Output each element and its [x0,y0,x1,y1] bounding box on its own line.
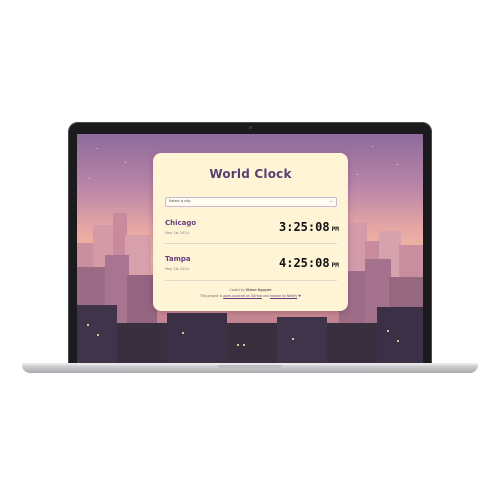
credit-line: Coded by Vivian Nguyen [153,288,348,292]
city-time-tampa: 4:25:08 PM [279,256,339,270]
window-light [87,324,89,326]
author-name: Vivian Nguyen [245,288,272,292]
building [377,307,423,363]
star [397,164,398,165]
heart-icon: ♥ [298,294,302,298]
city-name-tampa: Tampa [165,255,191,263]
source-mid: and [262,294,269,298]
building [167,313,227,363]
city-date-chicago: May 1st 2024 [165,231,189,235]
window-light [237,344,239,346]
netlify-link[interactable]: hosted on Netlify [270,294,297,298]
window-light [243,344,245,346]
ampm: PM [331,226,339,233]
window-light [182,332,184,334]
window-light [97,334,99,336]
world-clock-card: World Clock Select a city ⌄ Chicago May … [153,153,348,311]
star [357,174,358,175]
app-title: World Clock [209,167,292,181]
divider [165,243,337,244]
webcam-icon [249,126,252,129]
time-value: 4:25:08 [279,256,330,270]
city-select[interactable]: Select a city ⌄ [165,197,337,207]
ampm: PM [331,262,339,269]
time-value: 3:25:08 [279,220,330,234]
window-light [292,338,294,340]
star [89,178,90,179]
chevron-down-icon: ⌄ [329,198,333,203]
foreground-buildings [77,323,423,363]
city-date-tampa: May 1st 2024 [165,267,189,271]
city-name-chicago: Chicago [165,219,197,227]
city-select-value: Select a city [169,199,191,203]
star [125,162,126,163]
source-prefix: This project is [199,294,223,298]
github-link[interactable]: open-sourced on GitHub [223,294,262,298]
building [277,317,327,363]
laptop-notch [218,365,282,368]
divider [165,280,337,281]
star [372,146,373,147]
city-time-chicago: 3:25:08 PM [279,220,339,234]
source-line: This project is open-sourced on GitHub a… [153,294,348,298]
window-light [387,330,389,332]
credit-prefix: Coded by [229,288,245,292]
star [97,148,98,149]
window-light [397,340,399,342]
